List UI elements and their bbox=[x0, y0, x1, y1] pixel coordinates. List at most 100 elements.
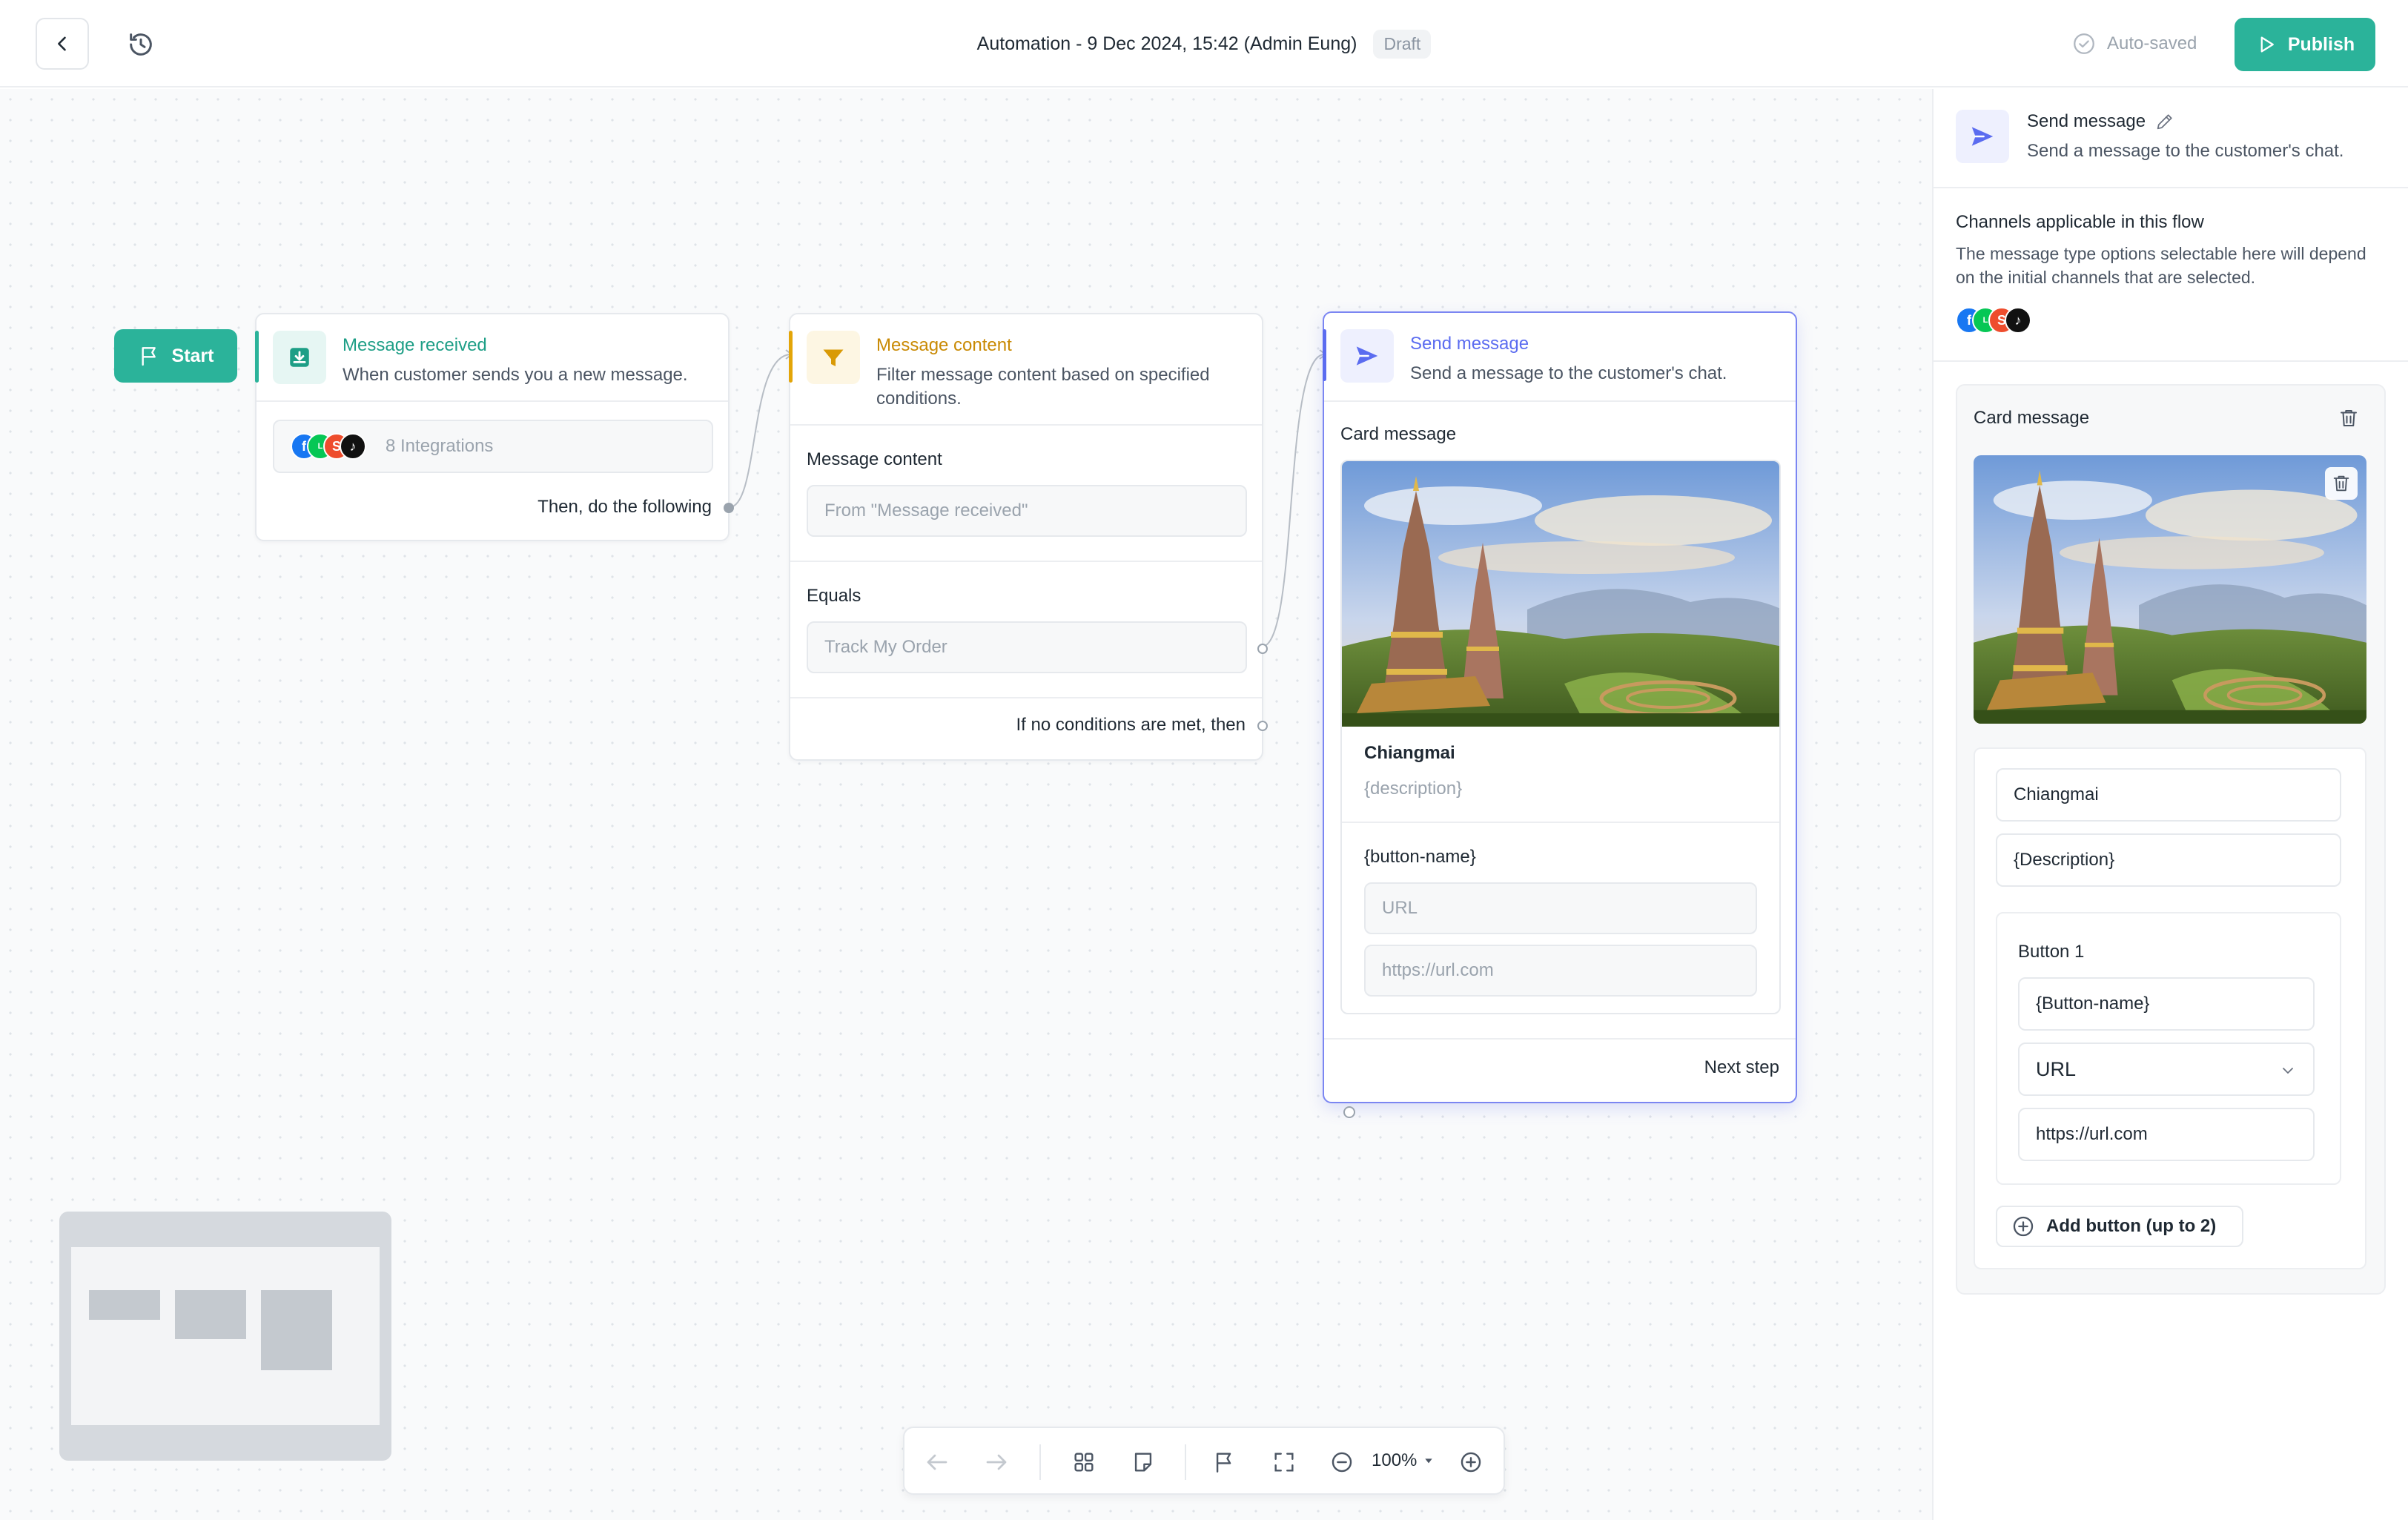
toolbar-divider bbox=[1185, 1444, 1186, 1480]
node-footer-label: Then, do the following bbox=[538, 497, 712, 517]
connector-content-to-send bbox=[1261, 354, 1325, 647]
fullscreen-icon bbox=[1274, 1453, 1294, 1472]
check-circle-icon bbox=[2074, 33, 2094, 54]
channels-description: The message type options selectable here… bbox=[1956, 244, 2366, 287]
node-description: When customer sends you a new message. bbox=[343, 365, 688, 385]
node-title: Message content bbox=[876, 335, 1012, 355]
field-label: Message content bbox=[807, 449, 942, 469]
grid-button[interactable] bbox=[1069, 1447, 1099, 1477]
start-label: Start bbox=[171, 345, 214, 366]
funnel-icon bbox=[823, 349, 844, 366]
send-icon bbox=[1356, 346, 1378, 366]
condition-output-handle[interactable] bbox=[1257, 644, 1268, 654]
send-icon bbox=[1971, 127, 1994, 146]
publish-label: Publish bbox=[2287, 33, 2355, 55]
fallback-output-handle[interactable] bbox=[1257, 721, 1268, 731]
trash-icon bbox=[2341, 410, 2357, 426]
pencil-icon[interactable] bbox=[2154, 111, 2175, 132]
filter-icon-box bbox=[807, 331, 860, 384]
output-handle[interactable] bbox=[724, 503, 734, 513]
node-accent bbox=[255, 331, 259, 383]
section-label: Card message bbox=[1340, 424, 1457, 444]
delete-image-button[interactable] bbox=[2325, 467, 2358, 500]
plus-circle-icon bbox=[1461, 1452, 1481, 1473]
canvas-toolbar: 100% bbox=[903, 1427, 1505, 1495]
panel-header: Send message Send a message to the custo… bbox=[1956, 110, 2386, 169]
connector-received-to-content bbox=[729, 354, 791, 508]
next-step-handle[interactable] bbox=[1343, 1106, 1355, 1118]
zoom-out-button[interactable] bbox=[1327, 1447, 1357, 1477]
divider bbox=[1934, 187, 2408, 188]
button-url-input[interactable]: https://url.com bbox=[2018, 1108, 2315, 1161]
button-type-value: URL bbox=[2036, 1057, 2077, 1080]
divider bbox=[1934, 360, 2408, 362]
card-button-url-field[interactable]: https://url.com bbox=[1364, 945, 1757, 997]
divider bbox=[790, 561, 1262, 562]
send-icon-box bbox=[1340, 329, 1394, 383]
divider bbox=[1342, 822, 1779, 823]
zoom-in-button[interactable] bbox=[1456, 1447, 1486, 1477]
arrow-right-icon bbox=[986, 1454, 1007, 1470]
divider bbox=[1324, 1038, 1796, 1040]
card-button-name: {button-name} bbox=[1364, 847, 1476, 867]
node-header: Message received When customer sends you… bbox=[255, 314, 728, 402]
node-footer-label: If no conditions are met, then bbox=[1016, 715, 1246, 735]
publish-button[interactable]: Publish bbox=[2235, 18, 2375, 71]
minimap-node bbox=[175, 1290, 246, 1339]
tiktok-icon: ♪ bbox=[2005, 307, 2031, 334]
card-message-editor: Card message Chiangmai {Description} But… bbox=[1956, 384, 2386, 1295]
minimap-node bbox=[261, 1290, 332, 1370]
delete-card-button[interactable] bbox=[2334, 403, 2364, 433]
node-send-message[interactable]: Send message Send a message to the custo… bbox=[1323, 311, 1797, 1103]
redo-button[interactable] bbox=[982, 1447, 1011, 1477]
inbox-download-icon bbox=[290, 348, 309, 367]
channel-avatars: f L S ♪ bbox=[1956, 307, 2045, 337]
card-section-title: Card message bbox=[1974, 408, 2090, 428]
zoom-select[interactable]: 100% bbox=[1372, 1450, 1435, 1471]
button-group: Button 1 {Button-name} URL https://url.c… bbox=[1996, 912, 2341, 1185]
flag-icon bbox=[1216, 1453, 1231, 1473]
card-description: {description} bbox=[1364, 779, 1463, 799]
panel-title: Send message bbox=[2027, 111, 2146, 131]
integrations-label: 8 Integrations bbox=[386, 436, 494, 456]
trash-icon bbox=[2333, 475, 2349, 492]
node-message-received[interactable]: Message received When customer sends you… bbox=[255, 313, 734, 541]
node-header: Send message Send a message to the custo… bbox=[1323, 313, 1796, 402]
button-type-select[interactable]: URL bbox=[2018, 1042, 2315, 1096]
channels-title: Channels applicable in this flow bbox=[1956, 212, 2204, 232]
field-label: Equals bbox=[807, 586, 861, 606]
button-group-title: Button 1 bbox=[2018, 942, 2085, 962]
minimap[interactable] bbox=[59, 1212, 391, 1461]
card-button-type-field[interactable]: URL bbox=[1364, 882, 1757, 934]
start-button[interactable]: Start bbox=[114, 329, 237, 383]
grid-icon bbox=[1074, 1453, 1094, 1472]
card-preview[interactable]: Chiangmai {description} {button-name} UR… bbox=[1340, 460, 1781, 1014]
card-image bbox=[1342, 461, 1779, 727]
start-point-button[interactable] bbox=[1210, 1447, 1240, 1477]
card-fields: Chiangmai {Description} Button 1 {Button… bbox=[1974, 747, 2366, 1269]
undo-button[interactable] bbox=[922, 1447, 952, 1477]
minus-circle-icon bbox=[1332, 1452, 1352, 1473]
button-name-input[interactable]: {Button-name} bbox=[2018, 977, 2315, 1031]
node-header: Message content Filter message content b… bbox=[789, 314, 1262, 426]
card-description-input[interactable]: {Description} bbox=[1996, 833, 2341, 887]
integrations-field[interactable]: f L S ♪ 8 Integrations bbox=[273, 420, 713, 473]
node-accent bbox=[789, 331, 793, 383]
zoom-level: 100% bbox=[1372, 1450, 1418, 1470]
sticky-note-icon bbox=[1134, 1453, 1152, 1472]
note-button[interactable] bbox=[1128, 1447, 1158, 1477]
chevron-down-icon bbox=[2283, 1068, 2293, 1074]
card-title-input[interactable]: Chiangmai bbox=[1996, 768, 2341, 822]
add-button[interactable]: Add button (up to 2) bbox=[1996, 1206, 2243, 1247]
fit-view-button[interactable] bbox=[1269, 1447, 1299, 1477]
node-message-content[interactable]: Message content Filter message content b… bbox=[789, 313, 1268, 761]
play-icon bbox=[2260, 36, 2274, 53]
add-button-label: Add button (up to 2) bbox=[2046, 1216, 2217, 1236]
panel-description: Send a message to the customer's chat. bbox=[2027, 141, 2344, 161]
toolbar-divider bbox=[1039, 1444, 1041, 1480]
node-title: Send message bbox=[1410, 334, 1529, 354]
node-title: Message received bbox=[343, 335, 487, 355]
equals-field[interactable]: Track My Order bbox=[807, 621, 1247, 673]
plus-circle-icon bbox=[2013, 1216, 2034, 1237]
message-content-field[interactable]: From "Message received" bbox=[807, 485, 1247, 537]
